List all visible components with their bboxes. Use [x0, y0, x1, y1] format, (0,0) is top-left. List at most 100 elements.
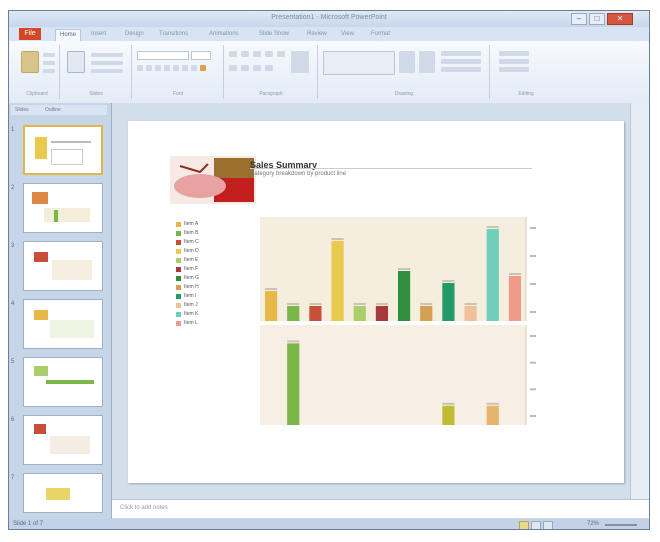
slide-thumbnail-6[interactable] — [23, 415, 103, 465]
format-painter-icon[interactable] — [43, 69, 55, 73]
arrange-icon[interactable] — [399, 51, 415, 73]
underline-icon[interactable] — [155, 65, 161, 71]
chart-bar[interactable] — [264, 291, 278, 321]
shape-effects-button[interactable] — [441, 67, 481, 72]
font-color-icon[interactable] — [200, 65, 206, 71]
y-tick — [530, 335, 536, 337]
normal-view-icon[interactable] — [519, 521, 529, 529]
chart-legend: Item A Item B Item C Item D Item E Item F Item… — [176, 221, 262, 329]
chart-bar[interactable] — [375, 306, 389, 321]
slide-thumbnail-1[interactable] — [23, 125, 103, 175]
slide-thumbnail-2[interactable] — [23, 183, 103, 233]
chart-bar[interactable] — [397, 271, 411, 321]
chart-bar[interactable] — [486, 229, 499, 321]
y-tick — [530, 415, 536, 417]
data-label-marker — [309, 303, 322, 305]
slide-canvas[interactable]: Sales Summary Category breakdown by prod… — [128, 121, 624, 483]
bar-chart[interactable] — [256, 217, 538, 427]
ribbon-group-slides: Slides — [61, 45, 132, 99]
align-center-icon[interactable] — [241, 65, 249, 71]
slide-thumbnail-4[interactable] — [23, 299, 103, 349]
slide-counter: Slide 1 of 7 — [13, 521, 44, 527]
decrease-indent-icon[interactable] — [253, 51, 261, 57]
reset-button[interactable] — [91, 61, 123, 65]
slide-number: 4 — [11, 301, 15, 307]
zoom-slider[interactable] — [605, 524, 637, 526]
chart-bar[interactable] — [309, 306, 322, 321]
powerpoint-window: Presentation1 - Microsoft PowerPoint – □… — [8, 10, 650, 530]
notes-pane[interactable]: Click to add notes — [112, 499, 649, 518]
tab-review[interactable]: Review — [307, 29, 327, 40]
shape-outline-button[interactable] — [441, 59, 481, 64]
shapes-gallery[interactable] — [323, 51, 395, 75]
tab-slides[interactable]: Slides — [15, 106, 29, 114]
quick-styles-icon[interactable] — [419, 51, 435, 73]
tab-outline[interactable]: Outline — [45, 106, 61, 114]
chart-bar[interactable] — [508, 276, 522, 321]
chart-bar[interactable] — [486, 405, 499, 425]
spacing-icon[interactable] — [182, 65, 188, 71]
font-name-select[interactable] — [137, 51, 189, 60]
new-slide-icon[interactable] — [67, 51, 85, 73]
case-icon[interactable] — [191, 65, 197, 71]
align-right-icon[interactable] — [253, 65, 261, 71]
shadow-icon[interactable] — [173, 65, 179, 71]
paste-icon[interactable] — [21, 51, 39, 73]
increase-indent-icon[interactable] — [265, 51, 273, 57]
find-button[interactable] — [499, 51, 529, 56]
sorter-view-icon[interactable] — [531, 521, 541, 529]
italic-icon[interactable] — [146, 65, 152, 71]
chart-bar[interactable] — [287, 343, 300, 425]
tab-animations[interactable]: Animations — [209, 29, 239, 40]
cut-icon[interactable] — [43, 53, 55, 57]
chart-bar[interactable] — [353, 306, 366, 321]
tab-format[interactable]: Format — [371, 29, 390, 40]
layout-button[interactable] — [91, 53, 123, 57]
close-button[interactable]: ✕ — [607, 13, 633, 25]
title-bar: Presentation1 - Microsoft PowerPoint – □… — [9, 11, 649, 27]
tab-view[interactable]: View — [341, 29, 354, 40]
y-tick — [530, 283, 536, 285]
tab-home[interactable]: Home — [55, 29, 82, 41]
copy-icon[interactable] — [43, 61, 55, 65]
replace-button[interactable] — [499, 59, 529, 64]
font-size-select[interactable] — [191, 51, 211, 60]
thumb-shape — [51, 141, 91, 143]
maximize-button[interactable]: □ — [589, 13, 605, 25]
align-left-icon[interactable] — [229, 65, 237, 71]
numbering-icon[interactable] — [241, 51, 249, 57]
slide-thumbnail-7[interactable] — [23, 473, 103, 513]
chart-bar[interactable] — [464, 306, 477, 321]
slide-subtitle[interactable]: Category breakdown by product line — [250, 171, 346, 177]
data-label-marker — [331, 238, 344, 240]
chart-bar[interactable] — [442, 283, 455, 321]
reading-view-icon[interactable] — [543, 521, 553, 529]
text-direction-icon[interactable] — [291, 51, 309, 73]
line-spacing-icon[interactable] — [277, 51, 285, 57]
bold-icon[interactable] — [137, 65, 143, 71]
chart-bar[interactable] — [287, 306, 300, 321]
strikethrough-icon[interactable] — [164, 65, 170, 71]
legend-swatch — [176, 303, 181, 308]
tab-design[interactable]: Design — [125, 29, 144, 40]
chart-bar[interactable] — [331, 241, 344, 321]
select-button[interactable] — [499, 67, 529, 72]
tab-transitions[interactable]: Transitions — [159, 29, 188, 40]
shape-fill-button[interactable] — [441, 51, 481, 56]
slide-thumbnail-5[interactable] — [23, 357, 103, 407]
chart-bar[interactable] — [420, 306, 433, 321]
tab-slide-show[interactable]: Slide Show — [259, 29, 289, 40]
minimize-button[interactable]: – — [571, 13, 587, 25]
legend-label: Item I — [184, 293, 197, 299]
bullets-icon[interactable] — [229, 51, 237, 57]
chart-bar[interactable] — [442, 405, 455, 425]
legend-swatch — [176, 312, 181, 317]
slide-number: 2 — [11, 185, 15, 191]
tab-file[interactable]: File — [19, 28, 41, 40]
vertical-scrollbar[interactable] — [630, 103, 649, 499]
slide-thumbnail-3[interactable] — [23, 241, 103, 291]
title-divider — [250, 168, 532, 169]
section-button[interactable] — [91, 69, 123, 73]
justify-icon[interactable] — [265, 65, 273, 71]
tab-insert[interactable]: Insert — [91, 29, 106, 40]
